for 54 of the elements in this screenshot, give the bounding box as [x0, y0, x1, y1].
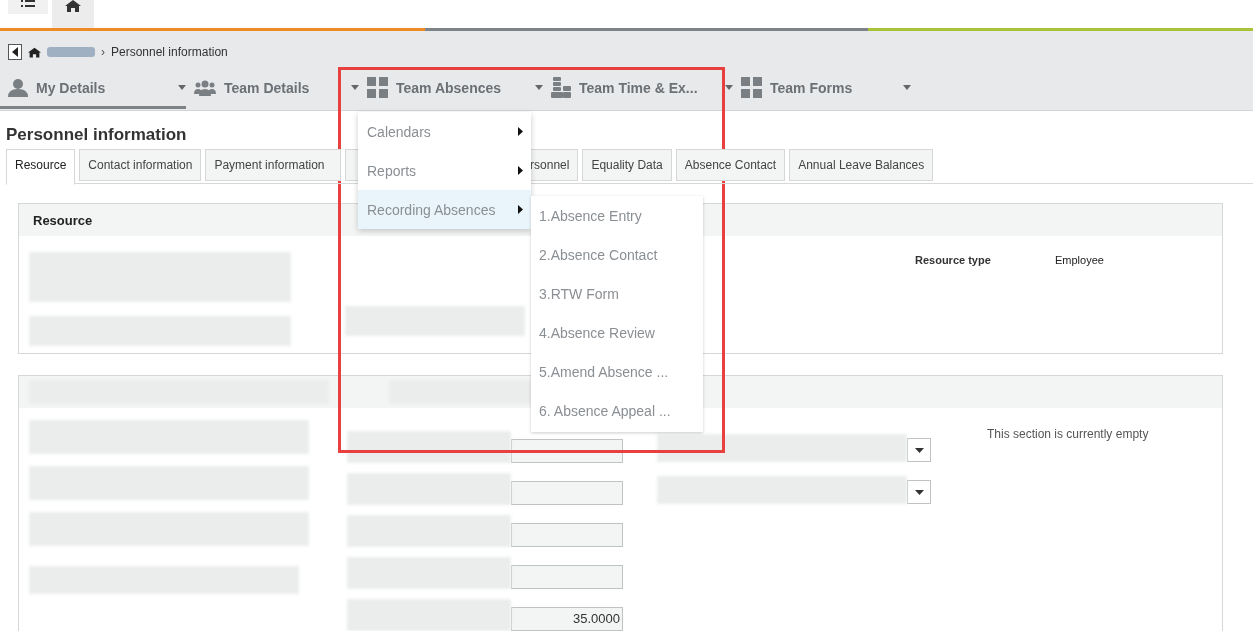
input-field[interactable]: [511, 439, 623, 463]
caret-icon: [914, 489, 924, 495]
tab[interactable]: Contact information: [79, 149, 202, 181]
group-icon: [194, 79, 216, 96]
caret-icon: [914, 447, 924, 453]
tab[interactable]: Payment information: [205, 149, 342, 181]
field-value: Employee: [1055, 254, 1104, 266]
person-icon: [8, 78, 28, 97]
menu-item[interactable]: 1.Absence Entry: [531, 196, 703, 235]
nav-menu-item[interactable]: My Details: [0, 69, 186, 109]
nav-menu-item[interactable]: Team Absences: [359, 69, 543, 109]
back-icon: [12, 47, 18, 57]
tab[interactable]: Resource: [6, 149, 76, 185]
menu-item[interactable]: Recording Absences: [358, 190, 531, 229]
page-title: Personnel information: [6, 125, 187, 145]
menu-item[interactable]: 4.Absence Review: [531, 313, 703, 352]
breadcrumb-item: Personnel information: [111, 45, 228, 59]
menu-item[interactable]: Reports: [358, 151, 531, 190]
tab[interactable]: Equality Data: [582, 149, 672, 181]
menu-icon: [21, 0, 35, 10]
caret-icon: [535, 85, 543, 90]
number-field[interactable]: 35.0000: [511, 607, 623, 631]
nav-menu-item[interactable]: Team Time & Ex...: [543, 69, 733, 109]
back-button[interactable]: [8, 44, 22, 60]
home-icon: [65, 0, 81, 12]
tab[interactable]: Annual Leave Balances: [789, 149, 934, 181]
caret-icon: [351, 85, 359, 90]
field-label: Resource type: [915, 254, 992, 266]
coins-icon: [551, 76, 571, 99]
dropdown-button[interactable]: [907, 480, 931, 504]
home-tab[interactable]: [52, 0, 94, 28]
menu-item[interactable]: 5.Amend Absence ...: [531, 352, 703, 391]
grid-icon: [367, 77, 388, 98]
caret-icon: [178, 85, 186, 90]
input-field[interactable]: [511, 481, 623, 505]
nav-menu-item[interactable]: Team Details: [186, 69, 359, 109]
menu-item[interactable]: 3.RTW Form: [531, 274, 703, 313]
home-icon[interactable]: [28, 46, 41, 58]
grid-icon: [741, 77, 762, 98]
menu-item[interactable]: Calendars: [358, 112, 531, 151]
menu-item[interactable]: 6. Absence Appeal ...: [531, 391, 703, 430]
input-field[interactable]: [511, 565, 623, 589]
breadcrumb-separator: ›: [101, 45, 105, 59]
caret-icon: [725, 85, 733, 90]
tab[interactable]: Absence Contact: [675, 149, 786, 181]
blurred-text: [47, 47, 95, 57]
panel-title: Resource: [33, 212, 93, 228]
dropdown-button[interactable]: [907, 438, 931, 462]
menu-item[interactable]: 2.Absence Contact: [531, 235, 703, 274]
nav-menu-item[interactable]: Team Forms: [733, 69, 911, 109]
caret-icon: [903, 85, 911, 90]
empty-message: This section is currently empty: [987, 427, 1149, 441]
menu-button[interactable]: [8, 0, 48, 14]
input-field[interactable]: [511, 523, 623, 547]
